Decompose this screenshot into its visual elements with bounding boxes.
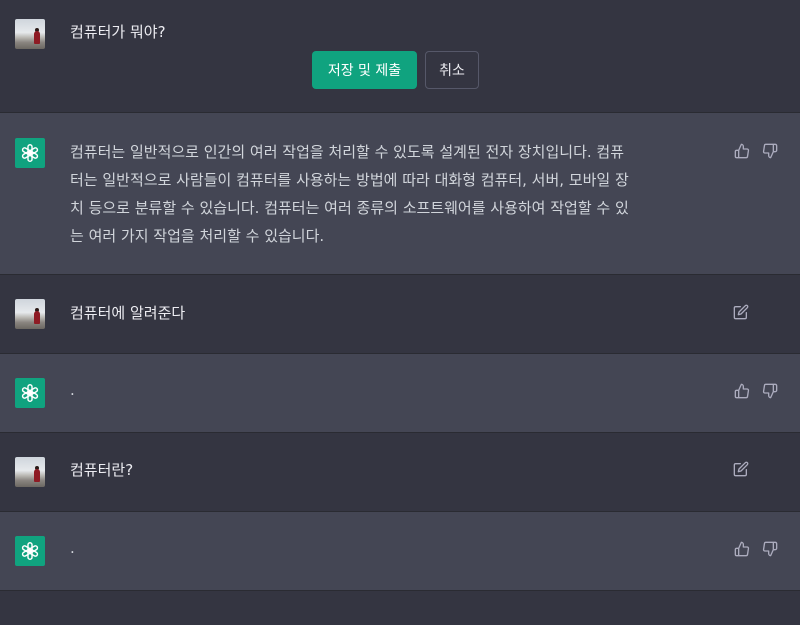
- user-avatar: [15, 19, 45, 49]
- assistant-message-text: .: [70, 539, 75, 557]
- user-avatar: [15, 457, 45, 487]
- user-avatar: [15, 299, 45, 329]
- assistant-message-row: .: [0, 354, 800, 433]
- openai-logo-icon: [21, 542, 39, 560]
- user-message-edit-row: 컴퓨터가 뭐야? 저장 및 제출 취소: [0, 0, 800, 113]
- edit-icon[interactable]: [733, 461, 749, 477]
- assistant-message-row: 컴퓨터는 일반적으로 인간의 여러 작업을 처리할 수 있도록 설계된 전자 장…: [0, 113, 800, 275]
- thumbs-up-icon[interactable]: [734, 541, 750, 557]
- edited-question-text[interactable]: 컴퓨터가 뭐야?: [70, 21, 166, 42]
- assistant-message-text: 컴퓨터는 일반적으로 인간의 여러 작업을 처리할 수 있도록 설계된 전자 장…: [70, 143, 629, 245]
- thumbs-up-icon[interactable]: [734, 143, 750, 159]
- assistant-avatar: [15, 536, 45, 566]
- assistant-avatar: [15, 378, 45, 408]
- assistant-avatar: [15, 138, 45, 168]
- message-actions: [733, 461, 749, 477]
- user-message-row: 컴퓨터에 알려준다: [0, 275, 800, 354]
- user-message-text: 컴퓨터에 알려준다: [70, 304, 186, 322]
- cancel-button[interactable]: 취소: [425, 51, 479, 89]
- openai-logo-icon: [21, 144, 39, 162]
- thumbs-down-icon[interactable]: [762, 383, 778, 399]
- openai-logo-icon: [21, 384, 39, 402]
- user-message-text: 컴퓨터란?: [70, 461, 134, 479]
- message-actions: [733, 304, 749, 320]
- thumbs-down-icon[interactable]: [762, 541, 778, 557]
- assistant-message-row: .: [0, 512, 800, 591]
- user-message-row: 컴퓨터란?: [0, 433, 800, 512]
- thumbs-up-icon[interactable]: [734, 383, 750, 399]
- assistant-message-text: .: [70, 381, 75, 399]
- thumbs-down-icon[interactable]: [762, 143, 778, 159]
- feedback-buttons: [734, 143, 778, 159]
- edit-icon[interactable]: [733, 304, 749, 320]
- feedback-buttons: [734, 383, 778, 399]
- save-and-submit-button[interactable]: 저장 및 제출: [312, 51, 417, 89]
- feedback-buttons: [734, 541, 778, 557]
